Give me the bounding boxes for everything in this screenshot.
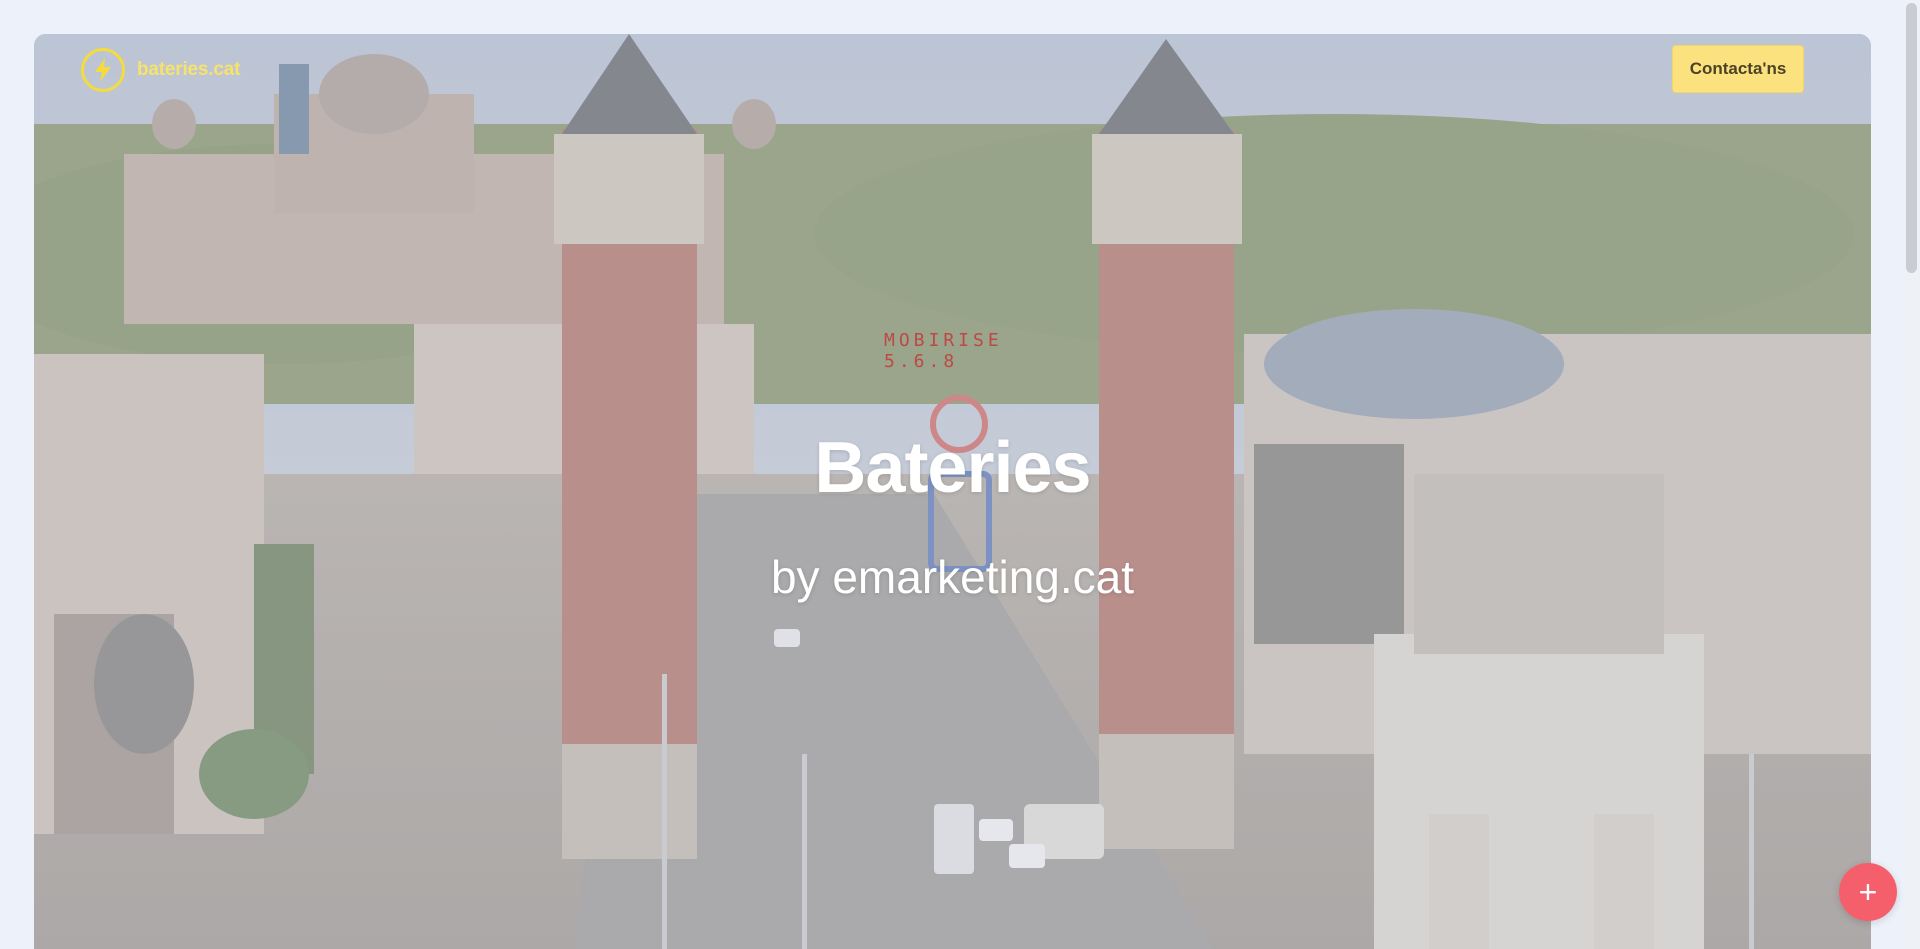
hero-title: Bateries — [814, 428, 1091, 508]
hero-subtitle: by emarketing.cat — [770, 551, 1135, 603]
lightning-icon — [81, 48, 125, 92]
hero-section: MOBIRISE 5.6.8 bateries.cat Contacta'ns … — [34, 34, 1871, 949]
contact-button[interactable]: Contacta'ns — [1672, 45, 1804, 93]
navbar-brand[interactable]: bateries.cat — [81, 46, 240, 94]
plus-icon[interactable]: + — [1839, 863, 1897, 921]
scrollbar-thumb[interactable] — [1906, 3, 1917, 273]
watermark-text: MOBIRISE 5.6.8 — [884, 330, 1003, 372]
brand-name[interactable]: bateries.cat — [137, 59, 240, 81]
